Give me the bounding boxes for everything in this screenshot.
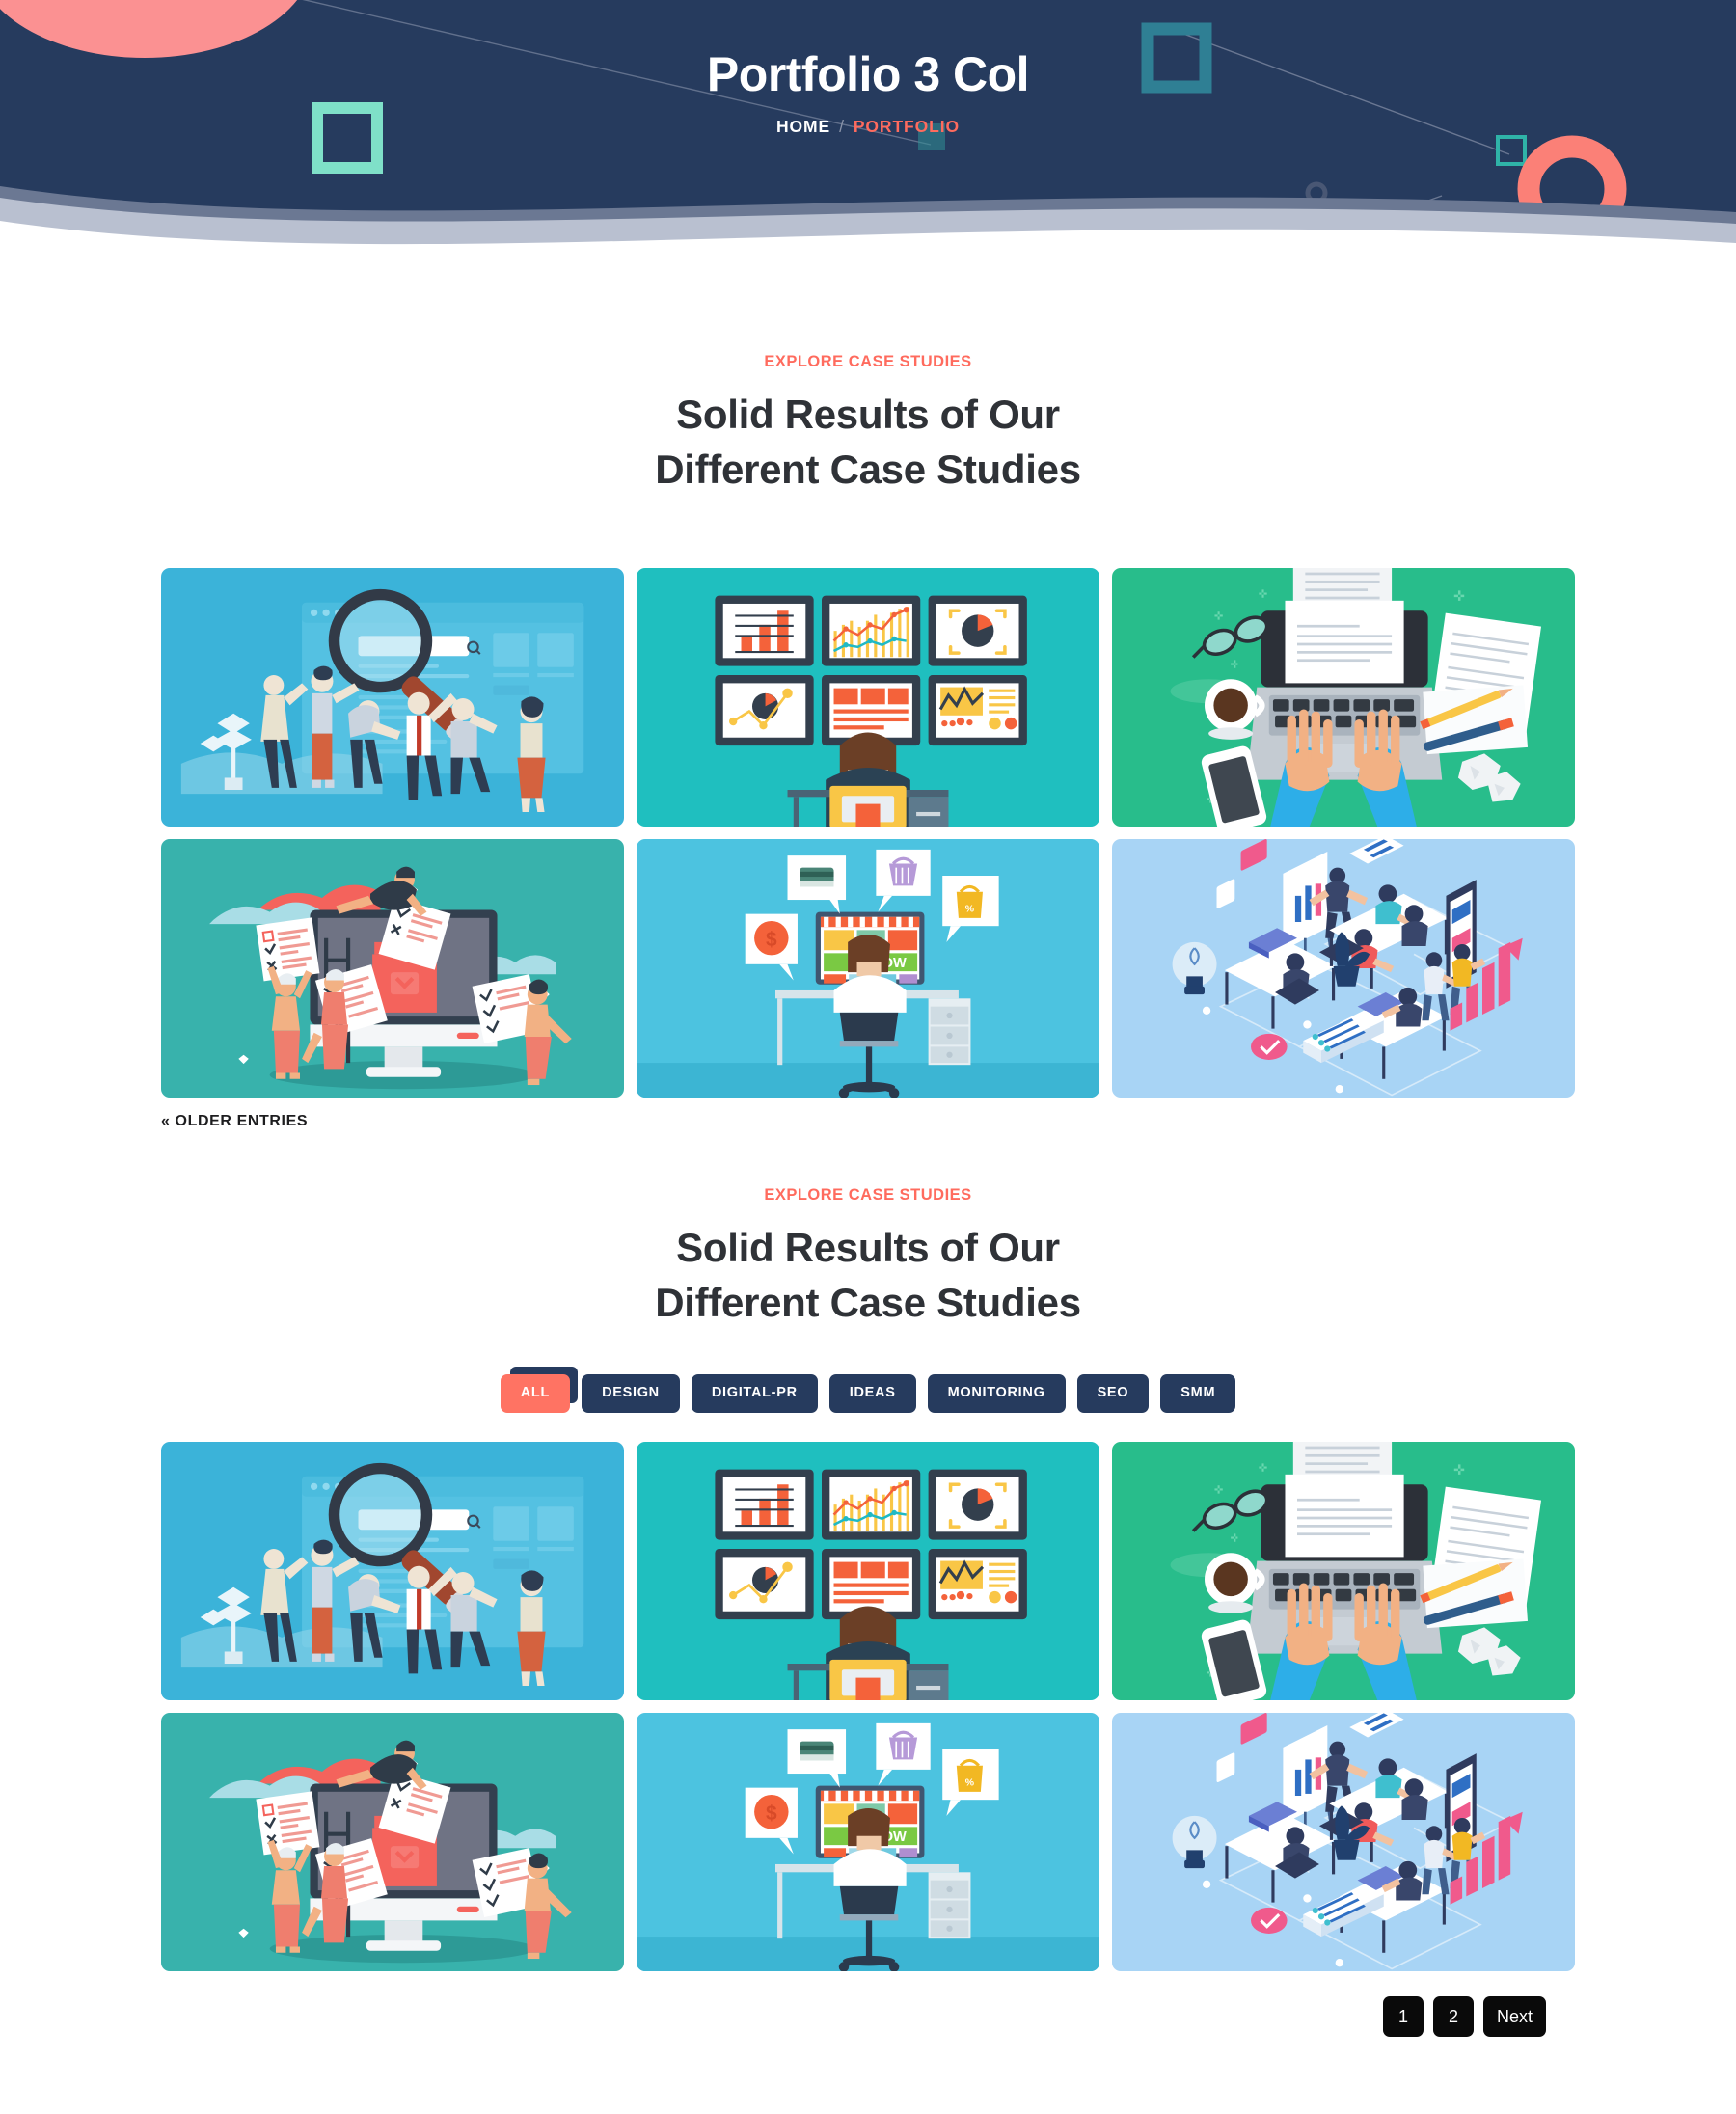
page-footer-spacer [0, 2037, 1736, 2114]
portfolio-card-ecommerce-shop[interactable]: NOW % $ [637, 839, 1099, 1098]
breadcrumb: HOME / PORTFOLIO [776, 117, 960, 137]
svg-text:$: $ [766, 1802, 777, 1825]
case-studies-section-two: EXPLORE CASE STUDIES Solid Results of Ou… [0, 1130, 1736, 2038]
breadcrumb-home-link[interactable]: HOME [776, 117, 830, 137]
portfolio-card-analytics-wall-2[interactable] [637, 1442, 1099, 1701]
older-entries-link[interactable]: « OLDER ENTRIES [161, 1113, 308, 1130]
portfolio-grid-one: NOW % $ [161, 568, 1575, 1098]
survey-checklist-illustration [161, 839, 624, 1098]
section-one-heading: EXPLORE CASE STUDIES Solid Results of Ou… [0, 353, 1736, 497]
filter-button-seo[interactable]: SEO [1076, 1374, 1150, 1414]
portfolio-card-survey-checklist-2[interactable] [161, 1713, 624, 1972]
seo-search-illustration [161, 568, 624, 827]
ecommerce-shopping-illustration: NOW % $ [637, 1713, 1099, 1972]
page-header-banner: Portfolio 3 Col HOME / PORTFOLIO [0, 0, 1736, 249]
isometric-office-illustration [1112, 1713, 1575, 1972]
portfolio-filter-bar: ALL DESIGN DIGITAL-PR IDEAS MONITORING S… [0, 1374, 1736, 1414]
portfolio-card-content-writing-2[interactable] [1112, 1442, 1575, 1701]
content-writing-illustration [1112, 1442, 1575, 1701]
portfolio-card-analytics-wall[interactable] [637, 568, 1099, 827]
portfolio-card-isometric-office[interactable] [1112, 839, 1575, 1098]
filter-button-digital-pr[interactable]: DIGITAL-PR [691, 1374, 818, 1414]
section-one-title: Solid Results of Our Different Case Stud… [0, 387, 1736, 497]
seo-search-illustration [161, 1442, 624, 1701]
breadcrumb-separator: / [839, 117, 845, 136]
filter-button-design[interactable]: DESIGN [582, 1374, 680, 1414]
filter-button-ideas[interactable]: IDEAS [828, 1374, 916, 1414]
breadcrumb-current: PORTFOLIO [853, 117, 961, 136]
portfolio-card-seo-search-2[interactable] [161, 1442, 624, 1701]
portfolio-card-survey-checklist[interactable] [161, 839, 624, 1098]
section-two-title-line2: Different Case Studies [655, 1280, 1081, 1326]
page-title: Portfolio 3 Col [706, 47, 1030, 101]
pagination-page-1[interactable]: 1 [1382, 1996, 1424, 2038]
analytics-dashboard-illustration [637, 1442, 1099, 1701]
ecommerce-shopping-illustration: NOW % $ [637, 839, 1099, 1098]
pagination: 1 2 Next [161, 1996, 1575, 2038]
survey-checklist-illustration [161, 1713, 624, 1972]
pagination-page-2[interactable]: 2 [1432, 1996, 1474, 2038]
filter-button-smm[interactable]: SMM [1160, 1374, 1236, 1414]
portfolio-card-isometric-office-2[interactable] [1112, 1713, 1575, 1972]
portfolio-grid-two: NOW % $ [161, 1442, 1575, 1972]
section-two-eyebrow: EXPLORE CASE STUDIES [764, 1186, 972, 1205]
section-two-title-line1: Solid Results of Our [676, 1225, 1060, 1271]
filter-button-all[interactable]: ALL [500, 1374, 571, 1414]
section-one-eyebrow: EXPLORE CASE STUDIES [764, 353, 972, 370]
case-studies-section-one: EXPLORE CASE STUDIES Solid Results of Ou… [0, 249, 1736, 1130]
svg-text:$: $ [766, 929, 777, 951]
isometric-office-illustration [1112, 839, 1575, 1098]
svg-text:%: % [965, 1778, 974, 1789]
filter-button-monitoring[interactable]: MONITORING [927, 1374, 1066, 1414]
analytics-dashboard-illustration [637, 568, 1099, 827]
section-two-heading: EXPLORE CASE STUDIES Solid Results of Ou… [0, 1186, 1736, 1330]
section-one-title-line1: Solid Results of Our [676, 392, 1060, 437]
pagination-next-page[interactable]: Next [1482, 1996, 1546, 2038]
portfolio-card-content-writing[interactable] [1112, 568, 1575, 827]
svg-text:%: % [965, 905, 974, 915]
portfolio-card-ecommerce-shop-2[interactable]: NOW % $ [637, 1713, 1099, 1972]
content-writing-illustration [1112, 568, 1575, 827]
section-one-title-line2: Different Case Studies [655, 447, 1081, 493]
section-two-title: Solid Results of Our Different Case Stud… [0, 1220, 1736, 1330]
portfolio-card-seo-search[interactable] [161, 568, 624, 827]
